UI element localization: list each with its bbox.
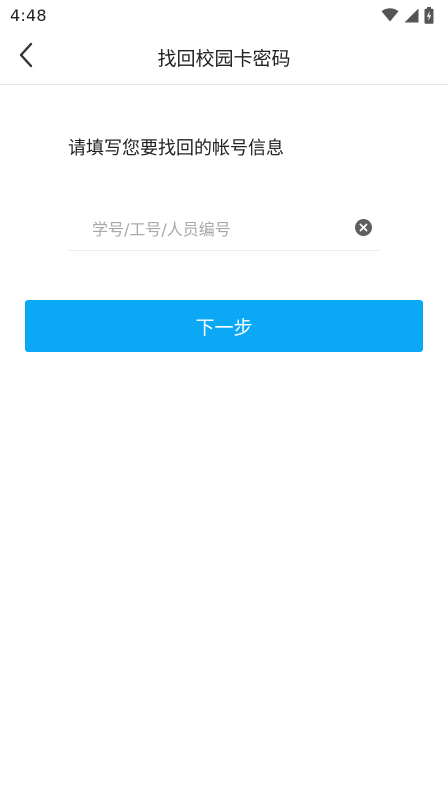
wifi-icon [381, 8, 399, 22]
account-id-input[interactable] [68, 208, 346, 250]
status-bar: 4:48 [0, 0, 448, 30]
page-title: 找回校园卡密码 [157, 47, 291, 70]
app-header: 找回校园卡密码 [0, 30, 448, 85]
cellular-signal-icon [404, 8, 419, 23]
form-prompt: 请填写您要找回的帐号信息 [68, 138, 284, 159]
clear-input-button[interactable] [346, 212, 380, 246]
chevron-left-icon [18, 42, 34, 72]
id-input-row [68, 208, 380, 251]
next-step-button[interactable]: 下一步 [25, 300, 423, 352]
back-button[interactable] [6, 37, 46, 77]
battery-charging-icon [424, 6, 434, 24]
clear-circle-icon [354, 218, 372, 240]
status-icons [381, 6, 434, 24]
screen: 4:48 找回校园卡密码 请填写您要找回的帐号信息 学号/工号/人员编号 下一步 [0, 0, 448, 796]
status-time: 4:48 [10, 5, 47, 25]
